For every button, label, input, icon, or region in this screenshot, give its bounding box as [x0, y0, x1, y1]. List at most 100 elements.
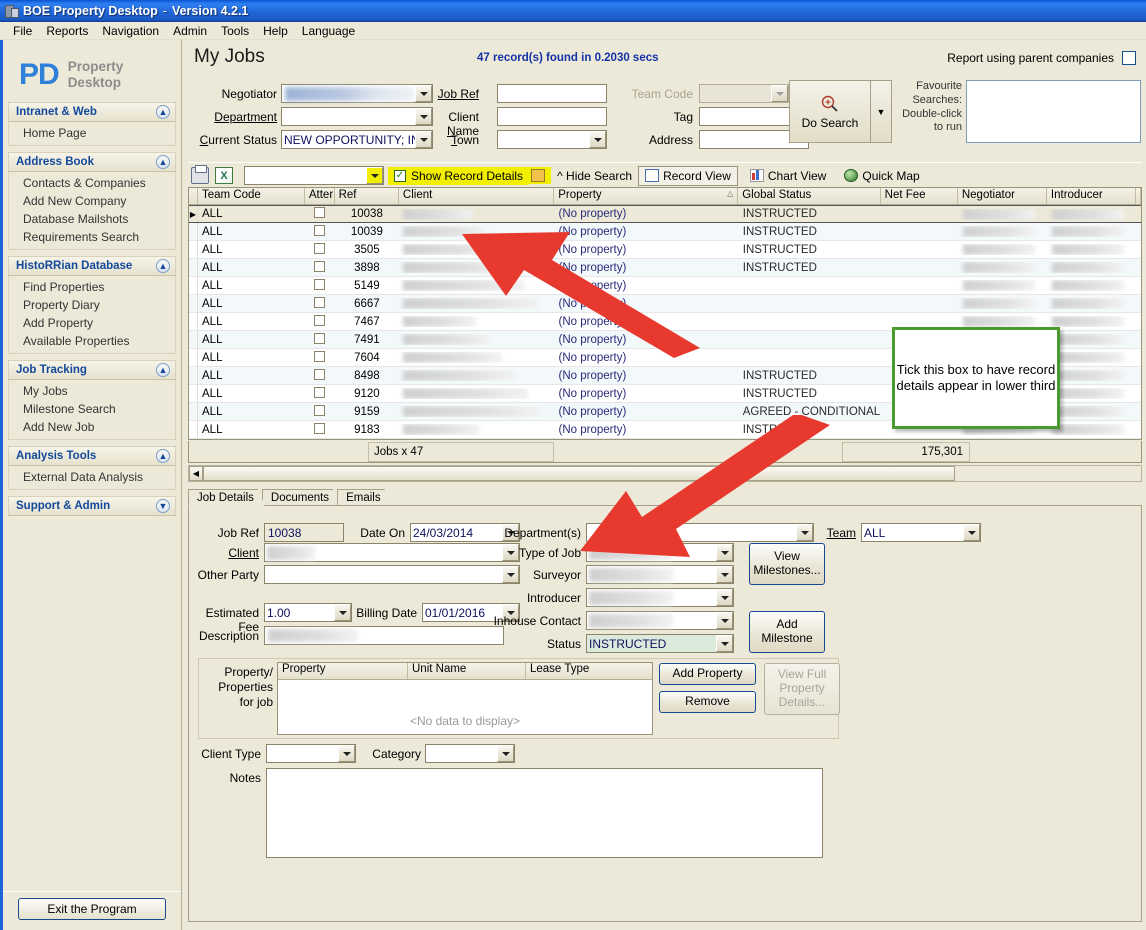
chevron-down-icon[interactable]: [796, 524, 813, 541]
menu-item-help[interactable]: Help: [256, 23, 295, 39]
tab-documents[interactable]: Documents: [262, 489, 340, 506]
table-row[interactable]: ALL 3505 (No property) INSTRUCTED S: [189, 241, 1141, 259]
chevron-up-icon[interactable]: ▲: [156, 259, 170, 273]
row-selector[interactable]: [189, 295, 198, 312]
column-header-extra[interactable]: C: [1136, 188, 1141, 204]
table-row[interactable]: ALL 10039 (No property) INSTRUCTED S: [189, 223, 1141, 241]
sidebar-item-add-new-job[interactable]: Add New Job: [9, 418, 175, 436]
row-checkbox[interactable]: [314, 422, 326, 434]
view-milestones-button[interactable]: View Milestones...: [749, 543, 825, 585]
chevron-up-icon[interactable]: ▲: [156, 363, 170, 377]
chevron-down-icon[interactable]: [716, 589, 733, 606]
column-header-lease-type[interactable]: Lease Type: [526, 663, 652, 679]
chevron-down-icon[interactable]: [716, 566, 733, 583]
table-row[interactable]: ALL 5149 (No property) S: [189, 277, 1141, 295]
town-combo[interactable]: [497, 130, 607, 149]
departments-combo[interactable]: [586, 523, 814, 542]
sidebar-item-available-properties[interactable]: Available Properties: [9, 332, 175, 350]
column-header-negotiator[interactable]: Negotiator: [958, 188, 1047, 204]
chevron-down-icon[interactable]: [334, 604, 351, 621]
sidebar-group-header-support-admin[interactable]: Support & Admin ▼: [8, 496, 176, 516]
current-status-combo[interactable]: NEW OPPORTUNITY; INST: [281, 130, 433, 149]
do-search-dropdown-button[interactable]: ▼: [870, 80, 892, 143]
chevron-down-icon[interactable]: [502, 566, 519, 583]
row-checkbox[interactable]: [314, 368, 326, 380]
row-selector[interactable]: ▶: [189, 206, 198, 222]
saved-view-combo[interactable]: [244, 166, 384, 185]
notes-textarea[interactable]: [266, 768, 823, 858]
sidebar-group-header-historrian-database[interactable]: HistoRRian Database ▲: [8, 256, 176, 276]
row-selector[interactable]: [189, 421, 198, 438]
column-header-ref[interactable]: Ref: [335, 188, 399, 204]
sidebar-group-header-analysis-tools[interactable]: Analysis Tools ▲: [8, 446, 176, 466]
type-of-job-combo[interactable]: [586, 543, 734, 562]
inhouse-contact-combo[interactable]: [586, 611, 734, 630]
chevron-up-icon[interactable]: ▲: [156, 155, 170, 169]
column-header-atter[interactable]: Atter: [305, 188, 335, 204]
column-header-client[interactable]: Client: [399, 188, 555, 204]
surveyor-combo[interactable]: [586, 565, 734, 584]
menu-item-admin[interactable]: Admin: [166, 23, 214, 39]
row-selector[interactable]: [189, 313, 198, 330]
tab-job-details[interactable]: Job Details: [188, 489, 265, 506]
record-view-button[interactable]: Record View: [638, 165, 738, 186]
remove-property-button[interactable]: Remove: [659, 691, 756, 713]
sidebar-item-home-page[interactable]: Home Page: [9, 124, 175, 142]
department-combo[interactable]: [281, 107, 433, 126]
hide-search-wrapper[interactable]: [529, 167, 552, 184]
client-detail-label[interactable]: Client: [199, 546, 259, 560]
chevron-up-icon[interactable]: ▲: [156, 449, 170, 463]
menu-item-language[interactable]: Language: [295, 23, 362, 39]
row-selector[interactable]: [189, 403, 198, 420]
chevron-down-icon[interactable]: [716, 612, 733, 629]
introducer-detail-combo[interactable]: [586, 588, 734, 607]
excel-export-icon[interactable]: X: [215, 167, 233, 184]
sidebar-item-add-property[interactable]: Add Property: [9, 314, 175, 332]
client-type-combo[interactable]: [266, 744, 356, 763]
row-selector[interactable]: [189, 259, 198, 276]
row-checkbox[interactable]: [314, 314, 326, 326]
sidebar-item-find-properties[interactable]: Find Properties: [9, 278, 175, 296]
column-header-global-status[interactable]: Global Status: [738, 188, 881, 204]
client-detail-combo[interactable]: [264, 543, 520, 562]
sidebar-group-header-intranet-web[interactable]: Intranet & Web ▲: [8, 102, 176, 122]
printer-icon[interactable]: [191, 165, 209, 184]
sidebar-item-contacts-companies[interactable]: Contacts & Companies: [9, 174, 175, 192]
row-checkbox[interactable]: [314, 404, 326, 416]
chevron-down-icon[interactable]: [716, 544, 733, 561]
other-party-combo[interactable]: [264, 565, 520, 584]
sidebar-item-database-mailshots[interactable]: Database Mailshots: [9, 210, 175, 228]
add-property-button[interactable]: Add Property: [659, 663, 756, 685]
tab-emails[interactable]: Emails: [337, 489, 392, 506]
table-row[interactable]: ALL 3898 (No property) INSTRUCTED S: [189, 259, 1141, 277]
sidebar-item-property-diary[interactable]: Property Diary: [9, 296, 175, 314]
hide-search-button[interactable]: ^ Hide Search: [551, 167, 638, 185]
exit-program-button[interactable]: Exit the Program: [18, 898, 166, 920]
negotiator-combo[interactable]: [281, 84, 433, 103]
chevron-down-icon[interactable]: [366, 167, 383, 184]
row-selector[interactable]: [189, 385, 198, 402]
column-header-net-fee[interactable]: Net Fee: [881, 188, 958, 204]
sidebar-item-external-data-analysis[interactable]: External Data Analysis: [9, 468, 175, 486]
sidebar-item-requirements-search[interactable]: Requirements Search: [9, 228, 175, 246]
chevron-up-icon[interactable]: ▲: [156, 105, 170, 119]
team-label[interactable]: Team: [822, 526, 856, 540]
chart-view-button[interactable]: Chart View: [744, 167, 832, 185]
row-checkbox[interactable]: [314, 224, 326, 236]
quick-map-button[interactable]: Quick Map: [838, 167, 925, 185]
row-selector[interactable]: [189, 349, 198, 366]
menu-item-reports[interactable]: Reports: [39, 23, 95, 39]
chevron-down-icon[interactable]: [589, 131, 606, 148]
row-checkbox[interactable]: [314, 332, 326, 344]
client-name-input[interactable]: [497, 107, 607, 126]
column-header-team-code[interactable]: Team Code: [198, 188, 305, 204]
add-milestone-button[interactable]: Add Milestone: [749, 611, 825, 653]
table-row[interactable]: ALL 6667 (No property) S: [189, 295, 1141, 313]
do-search-button[interactable]: Do Search: [789, 80, 870, 143]
table-row[interactable]: ▶ ALL 10038 (No property) INSTRUCTED S: [189, 205, 1141, 223]
column-header-property[interactable]: Property: [554, 188, 739, 204]
grid-horizontal-scrollbar[interactable]: ◀: [188, 465, 1142, 482]
do-search-split-button[interactable]: Do Search ▼: [789, 80, 892, 143]
chevron-down-icon[interactable]: [497, 745, 514, 762]
row-selector[interactable]: [189, 241, 198, 258]
